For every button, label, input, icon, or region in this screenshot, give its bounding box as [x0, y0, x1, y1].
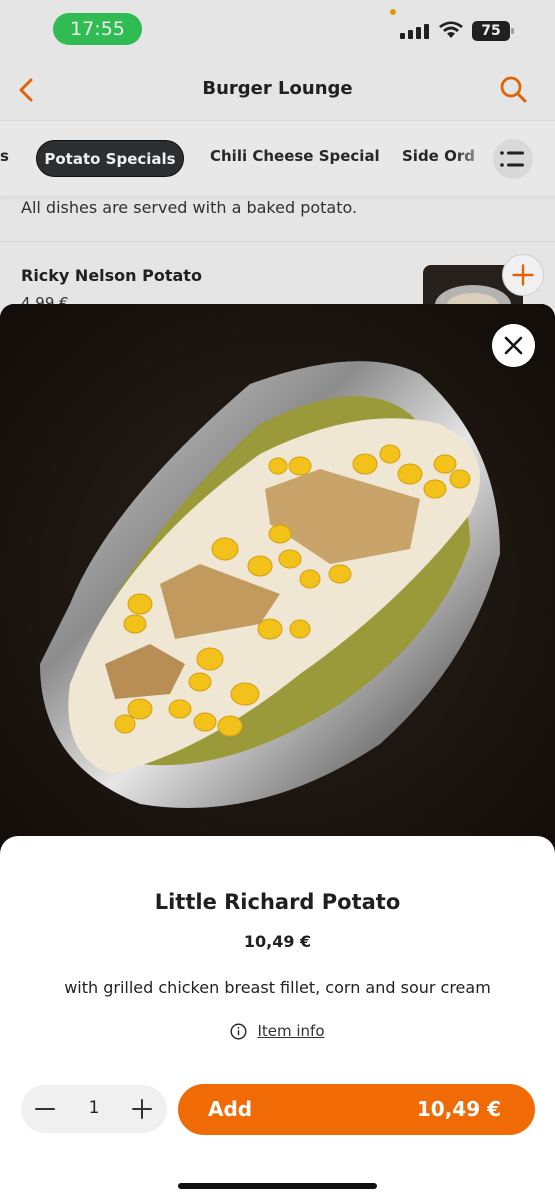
tab-previous-category[interactable]: s: [0, 147, 9, 165]
tabs-fade: [455, 121, 495, 196]
category-tabs: s Potato Specials Chili Cheese Special S…: [0, 120, 555, 196]
item-detail-sheet: Little Richard Potato 10,49 € with grill…: [0, 836, 555, 1200]
item-title: Little Richard Potato: [154, 890, 401, 914]
menu-item-price: 4,99 €: [21, 294, 69, 304]
section-description: All dishes are served with a baked potat…: [21, 198, 358, 217]
plus-icon[interactable]: [130, 1097, 154, 1121]
category-list-icon[interactable]: [493, 139, 533, 179]
item-info-row[interactable]: Item info: [0, 1022, 555, 1040]
cellular-signal-icon: [400, 24, 429, 39]
wifi-icon: [439, 21, 463, 38]
battery-indicator: 75: [472, 21, 514, 41]
item-price: 10,49 €: [243, 932, 312, 951]
add-item-plus-icon[interactable]: [502, 254, 544, 296]
add-button-label: Add: [208, 1097, 253, 1121]
home-indicator[interactable]: [178, 1183, 377, 1189]
divider: [0, 241, 555, 242]
tab-potato-specials[interactable]: Potato Specials: [36, 140, 184, 177]
add-to-cart-button[interactable]: Add 10,49 €: [178, 1084, 535, 1135]
status-time: 17:55: [53, 13, 142, 45]
info-icon: [230, 1022, 247, 1040]
quantity-stepper: 1: [21, 1085, 167, 1133]
item-description: with grilled chicken breast fillet, corn…: [64, 978, 491, 997]
menu-item-name[interactable]: Ricky Nelson Potato: [21, 266, 202, 285]
add-button-total: 10,49 €: [416, 1097, 501, 1121]
page-title: Burger Lounge: [202, 78, 353, 99]
product-photo: [0, 304, 555, 864]
close-icon[interactable]: [492, 324, 535, 367]
privacy-indicator-dot: [390, 9, 396, 15]
item-info-link[interactable]: Item info: [257, 1022, 324, 1040]
nav-bar: Burger Lounge: [0, 60, 555, 120]
search-icon[interactable]: [498, 74, 530, 106]
tab-chili-cheese-special[interactable]: Chili Cheese Special: [210, 147, 380, 165]
status-bar: 17:55 75: [0, 0, 555, 60]
